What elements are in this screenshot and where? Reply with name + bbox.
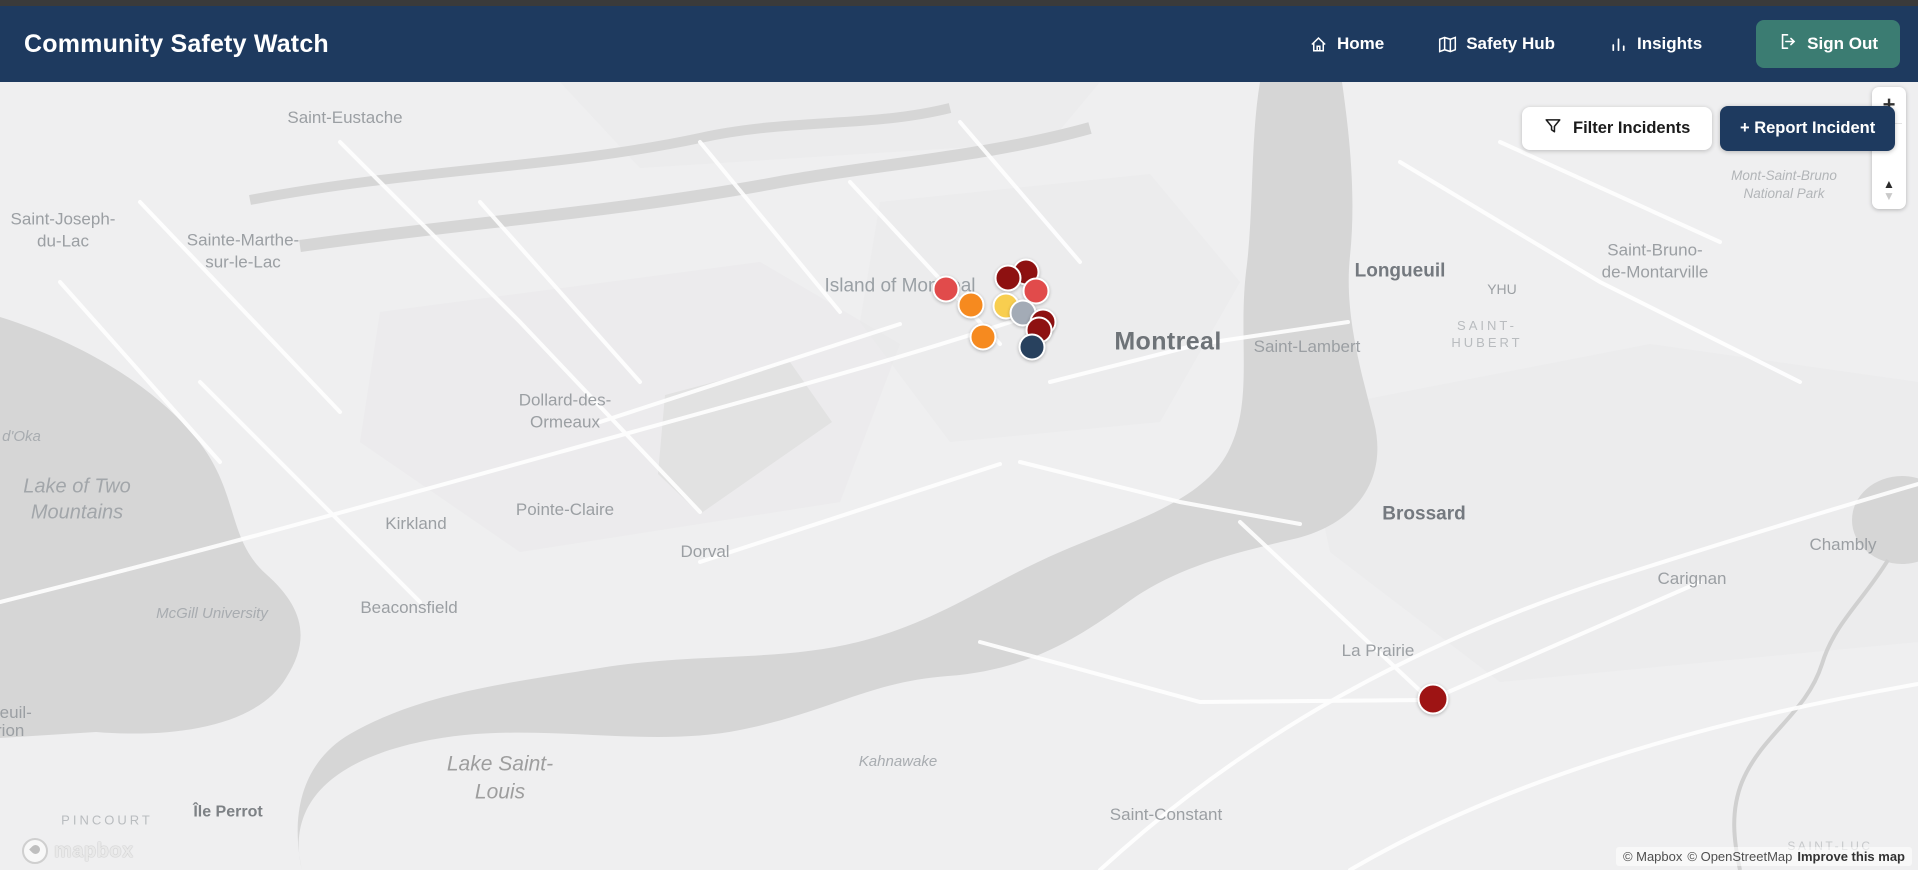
nav-label-home: Home: [1336, 34, 1385, 53]
mapbox-logo[interactable]: mapbox: [22, 838, 134, 864]
nav-item-insights[interactable]: Insights: [1609, 34, 1702, 54]
funnel-icon: [1544, 117, 1562, 140]
main-nav: Home Safety Hub Insights Sign Out: [1309, 20, 1918, 68]
nav-label-insights: Insights: [1637, 34, 1703, 53]
stepper-down-icon[interactable]: ▼: [1883, 189, 1895, 202]
incident-marker-navy[interactable]: [1018, 333, 1046, 361]
incident-marker-red[interactable]: [932, 275, 960, 303]
sign-out-button[interactable]: Sign Out: [1756, 20, 1900, 68]
improve-map-link[interactable]: Improve this map: [1797, 849, 1905, 864]
app-title: Community Safety Watch: [24, 29, 329, 58]
map-attribution: © Mapbox © OpenStreetMap Improve this ma…: [1615, 847, 1912, 866]
map-icon: [1438, 35, 1457, 54]
incident-marker-orange[interactable]: [969, 323, 997, 351]
mapbox-wordmark: mapbox: [54, 839, 134, 862]
mapbox-attribution-link[interactable]: © Mapbox: [1623, 849, 1682, 864]
incident-marker-darkred2[interactable]: [1417, 683, 1449, 715]
nav-label-safety-hub: Safety Hub: [1466, 34, 1555, 53]
filter-incidents-button[interactable]: Filter Incidents: [1522, 107, 1713, 150]
nav-item-home[interactable]: Home: [1309, 34, 1384, 54]
incident-marker-orange[interactable]: [957, 291, 985, 319]
stepper-control[interactable]: ▲ ▼: [1883, 178, 1895, 209]
insights-icon: [1609, 35, 1628, 54]
sign-out-label: Sign Out: [1807, 34, 1878, 53]
report-incident-button[interactable]: + Report Incident: [1720, 106, 1896, 151]
osm-attribution-link[interactable]: © OpenStreetMap: [1687, 849, 1792, 864]
mapbox-logo-icon: [22, 838, 48, 864]
map-canvas[interactable]: Saint-Eustache Saint-Joseph- du-Lac Sainte…: [0, 82, 1918, 870]
home-icon: [1309, 35, 1328, 54]
map-base-art: [0, 82, 1918, 870]
nav-item-safety-hub[interactable]: Safety Hub: [1438, 34, 1555, 54]
sign-out-icon: [1778, 32, 1797, 56]
app-header: Community Safety Watch Home Safety Hub I…: [0, 6, 1918, 82]
filter-incidents-label: Filter Incidents: [1573, 119, 1691, 137]
incident-marker-darkred[interactable]: [994, 264, 1022, 292]
